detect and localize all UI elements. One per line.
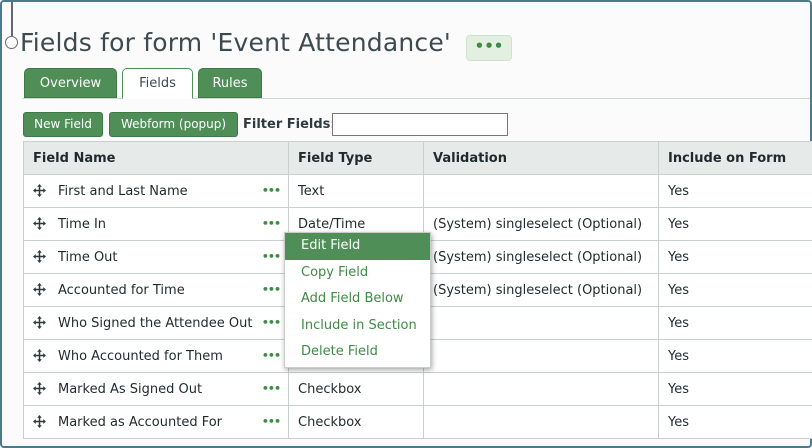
field-name-text: Time In — [58, 216, 107, 232]
cell-field-name[interactable]: First and Last Name ••• — [23, 174, 289, 208]
move-arrows-icon[interactable] — [33, 382, 46, 395]
field-name-text: Who Signed the Attendee Out — [58, 315, 253, 331]
table-row[interactable]: Marked As Signed Out ••• Checkbox Yes — [23, 372, 812, 406]
tab-fields[interactable]: Fields — [122, 68, 193, 99]
cell-validation: (System) singleselect (Optional) — [423, 240, 659, 274]
field-name-text: Marked as Accounted For — [58, 414, 223, 430]
move-arrows-icon[interactable] — [33, 349, 46, 362]
new-field-button[interactable]: New Field — [23, 112, 103, 137]
cell-include-on-form: Yes — [658, 339, 812, 373]
ellipsis-icon[interactable]: ••• — [262, 316, 281, 329]
column-header-include-on-form[interactable]: Include on Form — [658, 141, 812, 175]
ellipsis-icon[interactable]: ••• — [262, 184, 281, 197]
cell-field-name[interactable]: Who Signed the Attendee Out ••• — [23, 306, 289, 340]
ellipsis-icon[interactable]: ••• — [262, 382, 281, 395]
ellipsis-icon[interactable]: ••• — [262, 217, 281, 230]
cell-include-on-form: Yes — [658, 372, 812, 406]
cell-validation — [423, 405, 659, 439]
cell-field-name[interactable]: Time In ••• — [23, 207, 289, 241]
ellipsis-icon[interactable]: ••• — [262, 415, 281, 428]
form-options-button[interactable]: ••• — [466, 35, 512, 61]
cell-validation: (System) singleselect (Optional) — [423, 207, 659, 241]
tab-rules[interactable]: Rules — [198, 68, 262, 98]
ellipsis-icon[interactable]: ••• — [262, 349, 281, 362]
column-header-field-name[interactable]: Field Name — [23, 141, 289, 175]
menu-item-delete-field[interactable]: Delete Field — [285, 339, 430, 366]
cell-field-type: Checkbox — [288, 372, 424, 406]
cell-field-name[interactable]: Who Accounted for Them ••• — [23, 339, 289, 373]
cell-include-on-form: Yes — [658, 306, 812, 340]
move-arrows-icon[interactable] — [33, 283, 46, 296]
filter-fields-label: Filter Fields: — [243, 117, 336, 132]
cell-include-on-form: Yes — [658, 273, 812, 307]
cell-field-name[interactable]: Marked As Signed Out ••• — [23, 372, 289, 406]
cell-field-type: Checkbox — [288, 405, 424, 439]
menu-item-copy-field[interactable]: Copy Field — [285, 260, 430, 287]
cell-field-name[interactable]: Time Out ••• — [23, 240, 289, 274]
move-arrows-icon[interactable] — [33, 184, 46, 197]
field-name-text: Accounted for Time — [58, 282, 185, 298]
column-header-validation[interactable]: Validation — [423, 141, 659, 175]
cell-include-on-form: Yes — [658, 405, 812, 439]
menu-item-add-field-below[interactable]: Add Field Below — [285, 286, 430, 313]
table-row[interactable]: First and Last Name ••• Text Yes — [23, 174, 812, 208]
move-arrows-icon[interactable] — [33, 415, 46, 428]
tab-overview[interactable]: Overview — [24, 68, 117, 98]
ellipsis-icon[interactable]: ••• — [262, 283, 281, 296]
move-arrows-icon[interactable] — [33, 250, 46, 263]
cell-validation — [423, 339, 659, 373]
cell-validation — [423, 306, 659, 340]
move-arrows-icon[interactable] — [33, 217, 46, 230]
cell-field-name[interactable]: Accounted for Time ••• — [23, 273, 289, 307]
menu-item-include-in-section[interactable]: Include in Section — [285, 313, 430, 340]
cell-field-type: Text — [288, 174, 424, 208]
title-bullet-icon — [5, 36, 18, 49]
page-title: Fields for form 'Event Attendance' — [20, 28, 451, 57]
field-name-text: Time Out — [58, 249, 118, 265]
filter-fields-input[interactable] — [332, 113, 508, 136]
ellipsis-icon[interactable]: ••• — [262, 250, 281, 263]
ellipsis-icon: ••• — [474, 37, 504, 55]
menu-item-edit-field[interactable]: Edit Field — [285, 233, 430, 260]
webform-popup-button[interactable]: Webform (popup) — [109, 112, 238, 137]
move-arrows-icon[interactable] — [33, 316, 46, 329]
table-row[interactable]: Marked as Accounted For ••• Checkbox Yes — [23, 405, 812, 439]
cell-validation — [423, 372, 659, 406]
title-connector-line — [11, 2, 13, 36]
cell-include-on-form: Yes — [658, 207, 812, 241]
cell-validation: (System) singleselect (Optional) — [423, 273, 659, 307]
field-context-menu: Edit Field Copy Field Add Field Below In… — [284, 232, 431, 368]
field-name-text: Who Accounted for Them — [58, 348, 223, 364]
field-name-text: Marked As Signed Out — [58, 381, 203, 397]
table-header-row: Field Name Field Type Validation Include… — [23, 141, 812, 175]
cell-validation — [423, 174, 659, 208]
column-header-field-type[interactable]: Field Type — [288, 141, 424, 175]
field-name-text: First and Last Name — [58, 183, 188, 199]
cell-include-on-form: Yes — [658, 174, 812, 208]
cell-include-on-form: Yes — [658, 240, 812, 274]
cell-field-name[interactable]: Marked as Accounted For ••• — [23, 405, 289, 439]
